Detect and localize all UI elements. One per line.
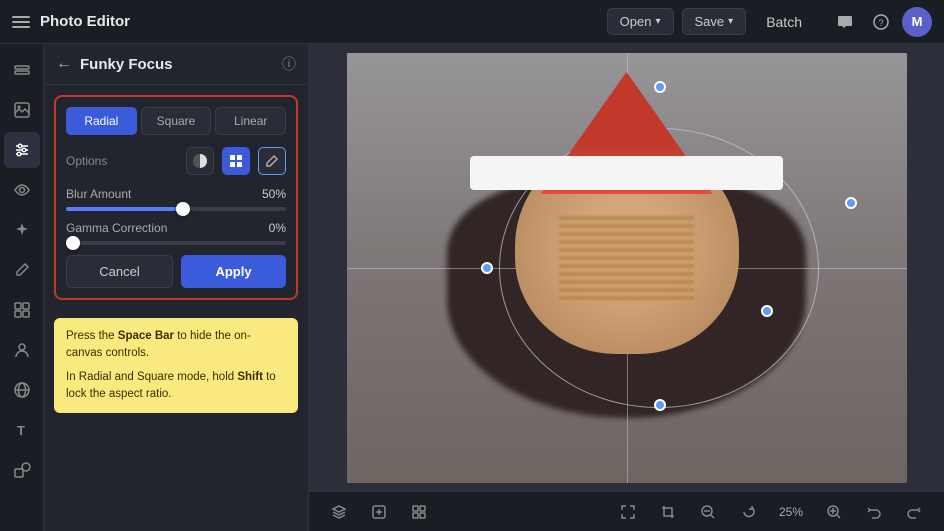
- sidebar-item-globe[interactable]: [4, 372, 40, 408]
- canvas-content: [309, 44, 944, 491]
- tip-line2: In Radial and Square mode, hold Shift to…: [66, 369, 286, 404]
- panel-title: Funky Focus: [80, 56, 274, 73]
- pixelated-center: [559, 216, 693, 302]
- tab-radial[interactable]: Radial: [66, 107, 137, 135]
- main-area: T ← Funky Focus ⓘ Radial Square Linear O…: [0, 44, 944, 531]
- sidebar-item-person[interactable]: [4, 332, 40, 368]
- gamma-label: Gamma Correction: [66, 221, 167, 235]
- zoom-in-icon: [826, 504, 842, 520]
- crop-icon: [660, 504, 676, 520]
- blur-slider-fill: [66, 207, 176, 211]
- sidebar-item-adjustments[interactable]: [4, 132, 40, 168]
- pencil-icon: [265, 154, 279, 168]
- sidebar-item-sparkle[interactable]: [4, 212, 40, 248]
- options-row: Options: [66, 147, 286, 175]
- half-circle-icon-button[interactable]: [186, 147, 214, 175]
- bottom-toolbar: 25%: [309, 491, 944, 531]
- svg-text:T: T: [17, 423, 25, 438]
- menu-icon[interactable]: [12, 12, 32, 32]
- app-title: Photo Editor: [40, 13, 130, 30]
- info-icon[interactable]: ⓘ: [282, 54, 296, 74]
- batch-button[interactable]: Batch: [754, 9, 814, 35]
- blur-value: 50%: [262, 187, 286, 201]
- sidebar-item-text[interactable]: T: [4, 412, 40, 448]
- blur-label: Blur Amount: [66, 187, 131, 201]
- tip-line1: Press the Space Bar to hide the on-canva…: [66, 328, 286, 363]
- photo-container: [347, 53, 907, 483]
- sidebar-item-eye[interactable]: [4, 172, 40, 208]
- sidebar-item-layers[interactable]: [4, 52, 40, 88]
- panel-header: ← Funky Focus ⓘ: [44, 44, 308, 85]
- grid-view-icon-button[interactable]: [222, 147, 250, 175]
- zoom-level: 25%: [774, 505, 808, 519]
- tab-square[interactable]: Square: [141, 107, 212, 135]
- mode-tabs: Radial Square Linear: [66, 107, 286, 135]
- back-button[interactable]: ←: [56, 55, 72, 73]
- avatar[interactable]: M: [902, 7, 932, 37]
- grid-bottom-button[interactable]: [405, 498, 433, 526]
- svg-text:?: ?: [878, 18, 883, 28]
- add-layer-icon: [371, 504, 387, 520]
- sidebar-item-grid[interactable]: [4, 292, 40, 328]
- control-point-bottom-right[interactable]: [761, 305, 773, 317]
- funky-focus-controls: Radial Square Linear Options: [54, 95, 298, 300]
- gamma-value: 0%: [269, 221, 286, 235]
- blur-slider-thumb[interactable]: [176, 202, 190, 216]
- tip-box: Press the Space Bar to hide the on-canva…: [54, 318, 298, 413]
- action-buttons: Cancel Apply: [66, 255, 286, 288]
- expand-button[interactable]: [614, 498, 642, 526]
- sidebar-item-image[interactable]: [4, 92, 40, 128]
- apply-button[interactable]: Apply: [181, 255, 286, 288]
- cancel-button[interactable]: Cancel: [66, 255, 173, 288]
- expand-icon: [620, 504, 636, 520]
- crop-button[interactable]: [654, 498, 682, 526]
- icon-sidebar: T: [0, 44, 44, 531]
- zoom-in-button[interactable]: [820, 498, 848, 526]
- layers-bottom-icon-button[interactable]: [325, 498, 353, 526]
- help-icon-button[interactable]: ?: [866, 7, 896, 37]
- canvas-area: 25%: [309, 44, 944, 531]
- sidebar-item-shapes[interactable]: [4, 452, 40, 488]
- undo-button[interactable]: [860, 498, 888, 526]
- gamma-slider-row: Gamma Correction 0%: [66, 221, 286, 245]
- control-point-right[interactable]: [845, 197, 857, 209]
- gamma-slider-thumb[interactable]: [66, 236, 80, 250]
- gamma-slider-track[interactable]: [66, 241, 286, 245]
- layers-bottom-icon: [331, 504, 347, 520]
- add-layer-button[interactable]: [365, 498, 393, 526]
- hat-brim: [470, 156, 784, 190]
- open-button[interactable]: Open ▾: [607, 8, 674, 35]
- rotate-button[interactable]: [734, 498, 762, 526]
- rotate-icon: [740, 504, 756, 520]
- redo-icon: [906, 504, 922, 520]
- edit-icon-button[interactable]: [258, 147, 286, 175]
- half-circle-icon: [193, 154, 207, 168]
- redo-button[interactable]: [900, 498, 928, 526]
- sidebar-item-brush[interactable]: [4, 252, 40, 288]
- undo-icon: [866, 504, 882, 520]
- options-label: Options: [66, 154, 178, 168]
- photo-background: [347, 53, 907, 483]
- nav-icons: ? M: [830, 7, 932, 37]
- control-point-top[interactable]: [654, 81, 666, 93]
- control-point-bottom[interactable]: [654, 399, 666, 411]
- blur-slider-track[interactable]: [66, 207, 286, 211]
- chat-icon-button[interactable]: [830, 7, 860, 37]
- blur-slider-row: Blur Amount 50%: [66, 187, 286, 211]
- zoom-out-button[interactable]: [694, 498, 722, 526]
- photo-inner: [347, 53, 907, 483]
- navbar: Photo Editor Open ▾ Save ▾ Batch ? M: [0, 0, 944, 44]
- zoom-out-icon: [700, 504, 716, 520]
- grid-icon: [229, 154, 243, 168]
- grid-bottom-icon: [411, 504, 427, 520]
- panel: ← Funky Focus ⓘ Radial Square Linear Opt…: [44, 44, 309, 531]
- control-point-left[interactable]: [481, 262, 493, 274]
- tab-linear[interactable]: Linear: [215, 107, 286, 135]
- save-button[interactable]: Save ▾: [682, 8, 747, 35]
